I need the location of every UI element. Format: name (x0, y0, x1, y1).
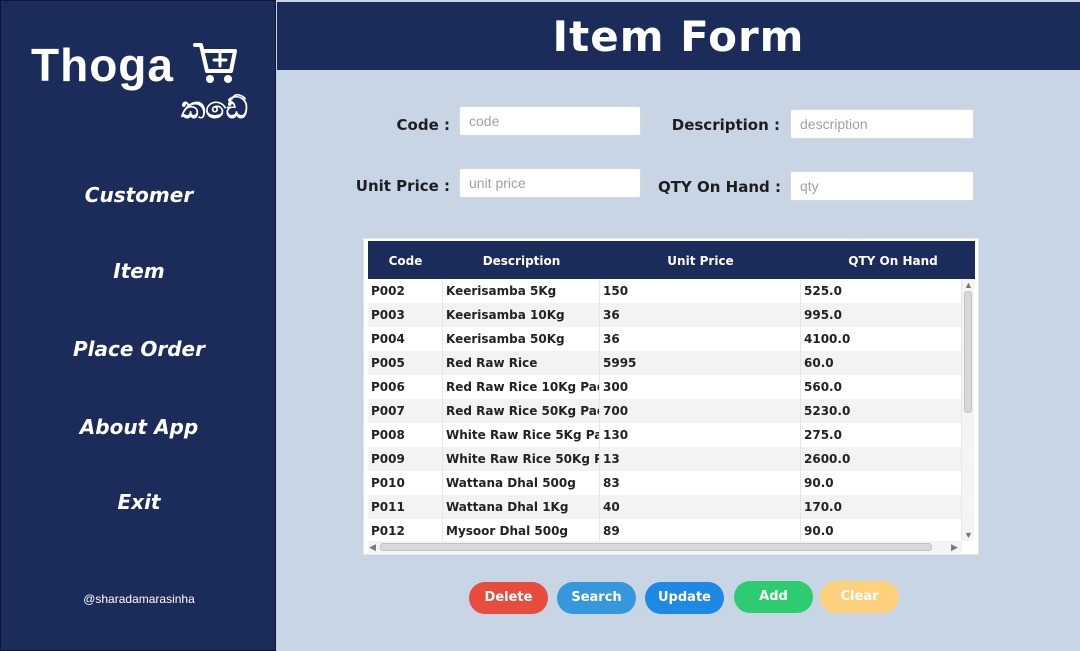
cell-qty: 275.0 (801, 423, 962, 447)
sidebar: Thoga කඩේ Customer Item Place Order Abou… (0, 0, 276, 651)
cell-description: Red Raw Rice (443, 351, 600, 375)
qty-label: QTY On Hand : (657, 178, 781, 196)
cell-unit-price: 89 (600, 519, 801, 541)
cell-qty: 5230.0 (801, 399, 962, 423)
table-row[interactable]: P007 Red Raw Rice 50Kg Pack 700 5230.0 (368, 399, 962, 423)
brand-logo: Thoga කඩේ (31, 37, 261, 137)
table-row[interactable]: P010 Wattana Dhal 500g 83 90.0 (368, 471, 962, 495)
cell-unit-price: 130 (600, 423, 801, 447)
table-row[interactable]: P002 Keerisamba 5Kg 150 525.0 (368, 279, 962, 303)
cell-unit-price: 36 (600, 303, 801, 327)
cell-unit-price: 36 (600, 327, 801, 351)
search-button[interactable]: Search (557, 582, 636, 614)
brand-name: Thoga (31, 39, 174, 91)
cell-code: P006 (368, 375, 443, 399)
page-header: Item Form (277, 2, 1080, 70)
nav-customer[interactable]: Customer (1, 183, 277, 207)
author-credit: @sharadamarasinha (83, 592, 195, 606)
table-row[interactable]: P004 Keerisamba 50Kg 36 4100.0 (368, 327, 962, 351)
clear-button[interactable]: Clear (820, 581, 899, 613)
cell-description: Red Raw Rice 10Kg Pack (443, 375, 600, 399)
cell-description: White Raw Rice 5Kg Pack (443, 423, 600, 447)
code-label: Code : (396, 116, 450, 134)
cell-description: Keerisamba 10Kg (443, 303, 600, 327)
cell-code: P012 (368, 519, 443, 541)
table-row[interactable]: P012 Mysoor Dhal 500g 89 90.0 (368, 519, 962, 541)
scroll-right-icon[interactable]: ▶ (951, 541, 958, 553)
cell-description: Wattana Dhal 1Kg (443, 495, 600, 519)
column-header-qty[interactable]: QTY On Hand (801, 241, 985, 281)
description-label: Description : (671, 116, 780, 134)
nav-about-app[interactable]: About App (1, 415, 277, 439)
cell-code: P010 (368, 471, 443, 495)
cell-unit-price: 300 (600, 375, 801, 399)
cell-qty: 90.0 (801, 519, 962, 541)
cell-code: P005 (368, 351, 443, 375)
table-row[interactable]: P011 Wattana Dhal 1Kg 40 170.0 (368, 495, 962, 519)
column-header-description[interactable]: Description (443, 241, 600, 281)
nav-place-order[interactable]: Place Order (1, 337, 277, 361)
items-table[interactable]: Code Description Unit Price QTY On Hand … (363, 238, 979, 555)
horizontal-scroll-thumb[interactable] (380, 543, 932, 551)
qty-input[interactable] (790, 171, 974, 201)
cell-description: Keerisamba 5Kg (443, 279, 600, 303)
cell-qty: 2600.0 (801, 447, 962, 471)
cell-code: P007 (368, 399, 443, 423)
cart-icon (193, 43, 237, 83)
cell-unit-price: 150 (600, 279, 801, 303)
cell-code: P008 (368, 423, 443, 447)
cell-qty: 90.0 (801, 471, 962, 495)
delete-button[interactable]: Delete (469, 582, 548, 614)
cell-description: Red Raw Rice 50Kg Pack (443, 399, 600, 423)
unit-price-input[interactable] (459, 168, 641, 198)
cell-unit-price: 40 (600, 495, 801, 519)
nav-exit[interactable]: Exit (1, 490, 277, 514)
cell-code: P009 (368, 447, 443, 471)
cell-code: P002 (368, 279, 443, 303)
cell-qty: 60.0 (801, 351, 962, 375)
vertical-scrollbar[interactable]: ▲ ▼ (962, 279, 974, 541)
column-header-unit-price[interactable]: Unit Price (600, 241, 801, 281)
table-header: Code Description Unit Price QTY On Hand (368, 241, 975, 279)
vertical-scroll-thumb[interactable] (964, 291, 972, 413)
code-input[interactable] (459, 106, 641, 136)
cell-qty: 4100.0 (801, 327, 962, 351)
update-button[interactable]: Update (645, 582, 724, 614)
cell-unit-price: 700 (600, 399, 801, 423)
cell-qty: 170.0 (801, 495, 962, 519)
description-input[interactable] (790, 109, 974, 139)
cell-code: P004 (368, 327, 443, 351)
table-row[interactable]: P009White Raw Rice 50Kg Pack132600.0 (368, 447, 962, 471)
cell-qty: 525.0 (801, 279, 962, 303)
table-row[interactable]: P006 Red Raw Rice 10Kg Pack 300 560.0 (368, 375, 962, 399)
column-header-code[interactable]: Code (368, 241, 443, 281)
horizontal-scrollbar[interactable]: ◀ ▶ (368, 541, 962, 553)
page-title: Item Form (552, 12, 805, 61)
cell-unit-price: 5995 (600, 351, 801, 375)
cell-description: White Raw Rice 50Kg Pack (443, 447, 600, 471)
brand-subtitle: කඩේ (181, 91, 249, 126)
table-row[interactable]: P005 Red Raw Rice 5995 60.0 (368, 351, 962, 375)
cell-description: Wattana Dhal 500g (443, 471, 600, 495)
unit-price-label: Unit Price : (355, 177, 450, 195)
scroll-down-icon[interactable]: ▼ (964, 529, 973, 541)
cell-qty: 560.0 (801, 375, 962, 399)
table-row[interactable]: P008White Raw Rice 5Kg Pack130275.0 (368, 423, 962, 447)
table-row[interactable]: P003 Keerisamba 10Kg 36 995.0 (368, 303, 962, 327)
scroll-up-icon[interactable]: ▲ (964, 279, 973, 291)
cell-unit-price: 13 (600, 447, 801, 471)
cell-code: P011 (368, 495, 443, 519)
cell-qty: 995.0 (801, 303, 962, 327)
add-button[interactable]: Add (734, 581, 813, 613)
scroll-left-icon[interactable]: ◀ (369, 541, 376, 553)
nav-item[interactable]: Item (1, 259, 277, 283)
cell-code: P003 (368, 303, 443, 327)
table-body: P002 Keerisamba 5Kg 150 525.0 P003 Keerisamba… (368, 279, 962, 541)
cell-unit-price: 83 (600, 471, 801, 495)
cell-description: Keerisamba 50Kg (443, 327, 600, 351)
cell-description: Mysoor Dhal 500g (443, 519, 600, 541)
